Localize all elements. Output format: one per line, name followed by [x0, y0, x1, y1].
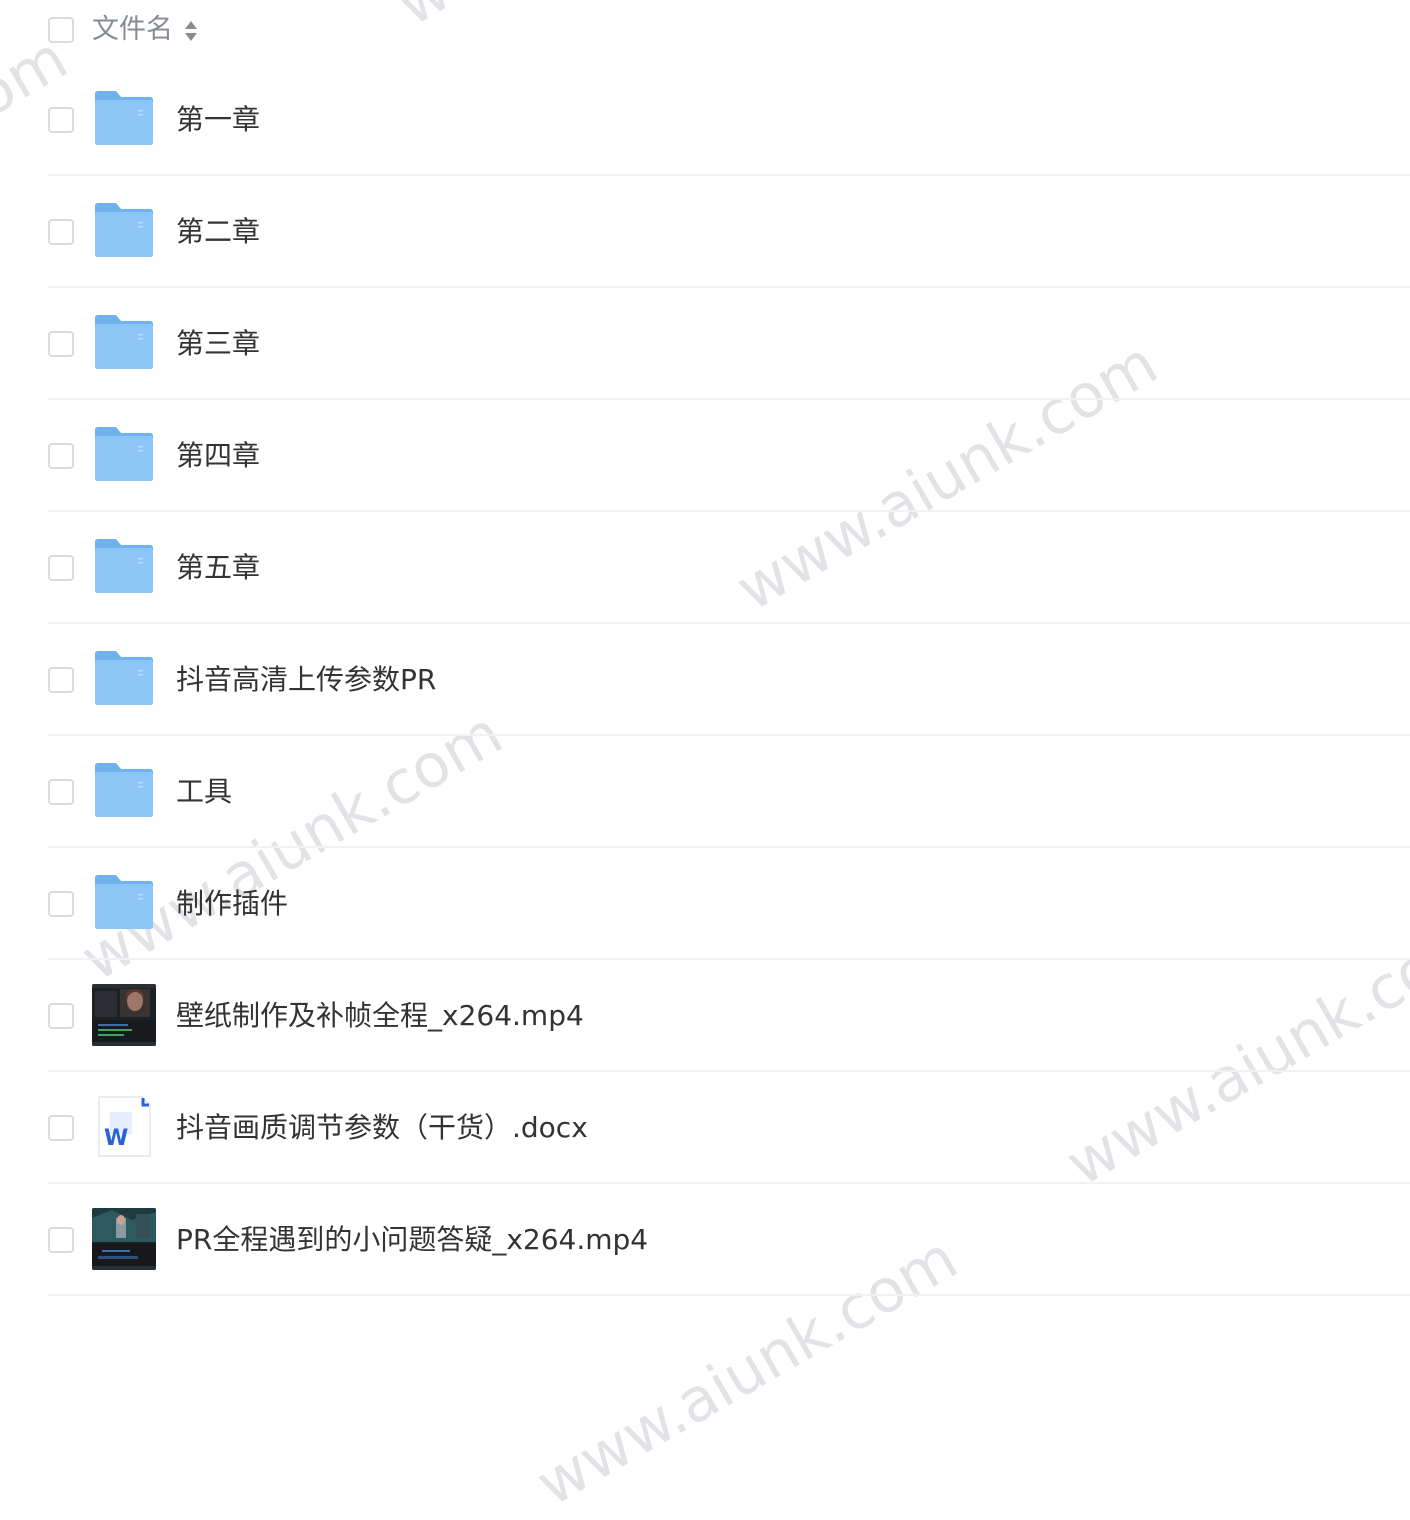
file-row[interactable]: 第一章 — [0, 64, 1410, 176]
row-checkbox[interactable] — [48, 219, 74, 245]
video-thumbnail — [92, 1208, 156, 1270]
file-name[interactable]: 第一章 — [176, 100, 260, 140]
file-name[interactable]: 第三章 — [176, 324, 260, 364]
file-name[interactable]: 制作插件 — [176, 884, 288, 924]
row-divider — [48, 1294, 1410, 1296]
video-thumbnail — [92, 984, 156, 1046]
row-checkbox[interactable] — [48, 331, 74, 357]
row-checkbox[interactable] — [48, 443, 74, 469]
folder-icon — [95, 539, 153, 593]
select-all-checkbox[interactable] — [48, 17, 74, 43]
file-name[interactable]: 第四章 — [176, 436, 260, 476]
file-row[interactable]: 工具 — [0, 736, 1410, 848]
row-checkbox[interactable] — [48, 779, 74, 805]
file-row[interactable]: 第五章 — [0, 512, 1410, 624]
folder-icon — [95, 651, 153, 705]
row-checkbox[interactable] — [48, 891, 74, 917]
file-row[interactable]: 壁纸制作及补帧全程_x264.mp4 — [0, 960, 1410, 1072]
file-row[interactable]: PR全程遇到的小问题答疑_x264.mp4 — [0, 1184, 1410, 1296]
row-checkbox[interactable] — [48, 1227, 74, 1253]
file-row[interactable]: W 抖音画质调节参数（干货）.docx — [0, 1072, 1410, 1184]
file-name[interactable]: 壁纸制作及补帧全程_x264.mp4 — [176, 996, 584, 1036]
row-checkbox[interactable] — [48, 667, 74, 693]
file-row[interactable]: 第三章 — [0, 288, 1410, 400]
filename-column-header[interactable]: 文件名 — [92, 12, 173, 48]
folder-icon — [95, 203, 153, 257]
word-doc-icon: W — [98, 1096, 151, 1157]
row-checkbox[interactable] — [48, 555, 74, 581]
file-row[interactable]: 制作插件 — [0, 848, 1410, 960]
sort-icon[interactable] — [184, 20, 198, 42]
file-row[interactable]: 抖音高清上传参数PR — [0, 624, 1410, 736]
file-name[interactable]: 第二章 — [176, 212, 260, 252]
file-row[interactable]: 第四章 — [0, 400, 1410, 512]
row-checkbox[interactable] — [48, 1115, 74, 1141]
file-name[interactable]: 第五章 — [176, 548, 260, 588]
row-checkbox[interactable] — [48, 1003, 74, 1029]
file-name[interactable]: PR全程遇到的小问题答疑_x264.mp4 — [176, 1220, 648, 1260]
file-row[interactable]: 第二章 — [0, 176, 1410, 288]
folder-icon — [95, 875, 153, 929]
folder-icon — [95, 763, 153, 817]
folder-icon — [95, 427, 153, 481]
file-name[interactable]: 抖音高清上传参数PR — [176, 660, 436, 700]
row-checkbox[interactable] — [48, 107, 74, 133]
folder-icon — [95, 315, 153, 369]
file-name[interactable]: 工具 — [176, 772, 232, 812]
file-list-header: 文件名 — [0, 0, 1410, 62]
file-name[interactable]: 抖音画质调节参数（干货）.docx — [176, 1108, 588, 1148]
word-icon-letter: W — [104, 1126, 128, 1151]
folder-icon — [95, 91, 153, 145]
